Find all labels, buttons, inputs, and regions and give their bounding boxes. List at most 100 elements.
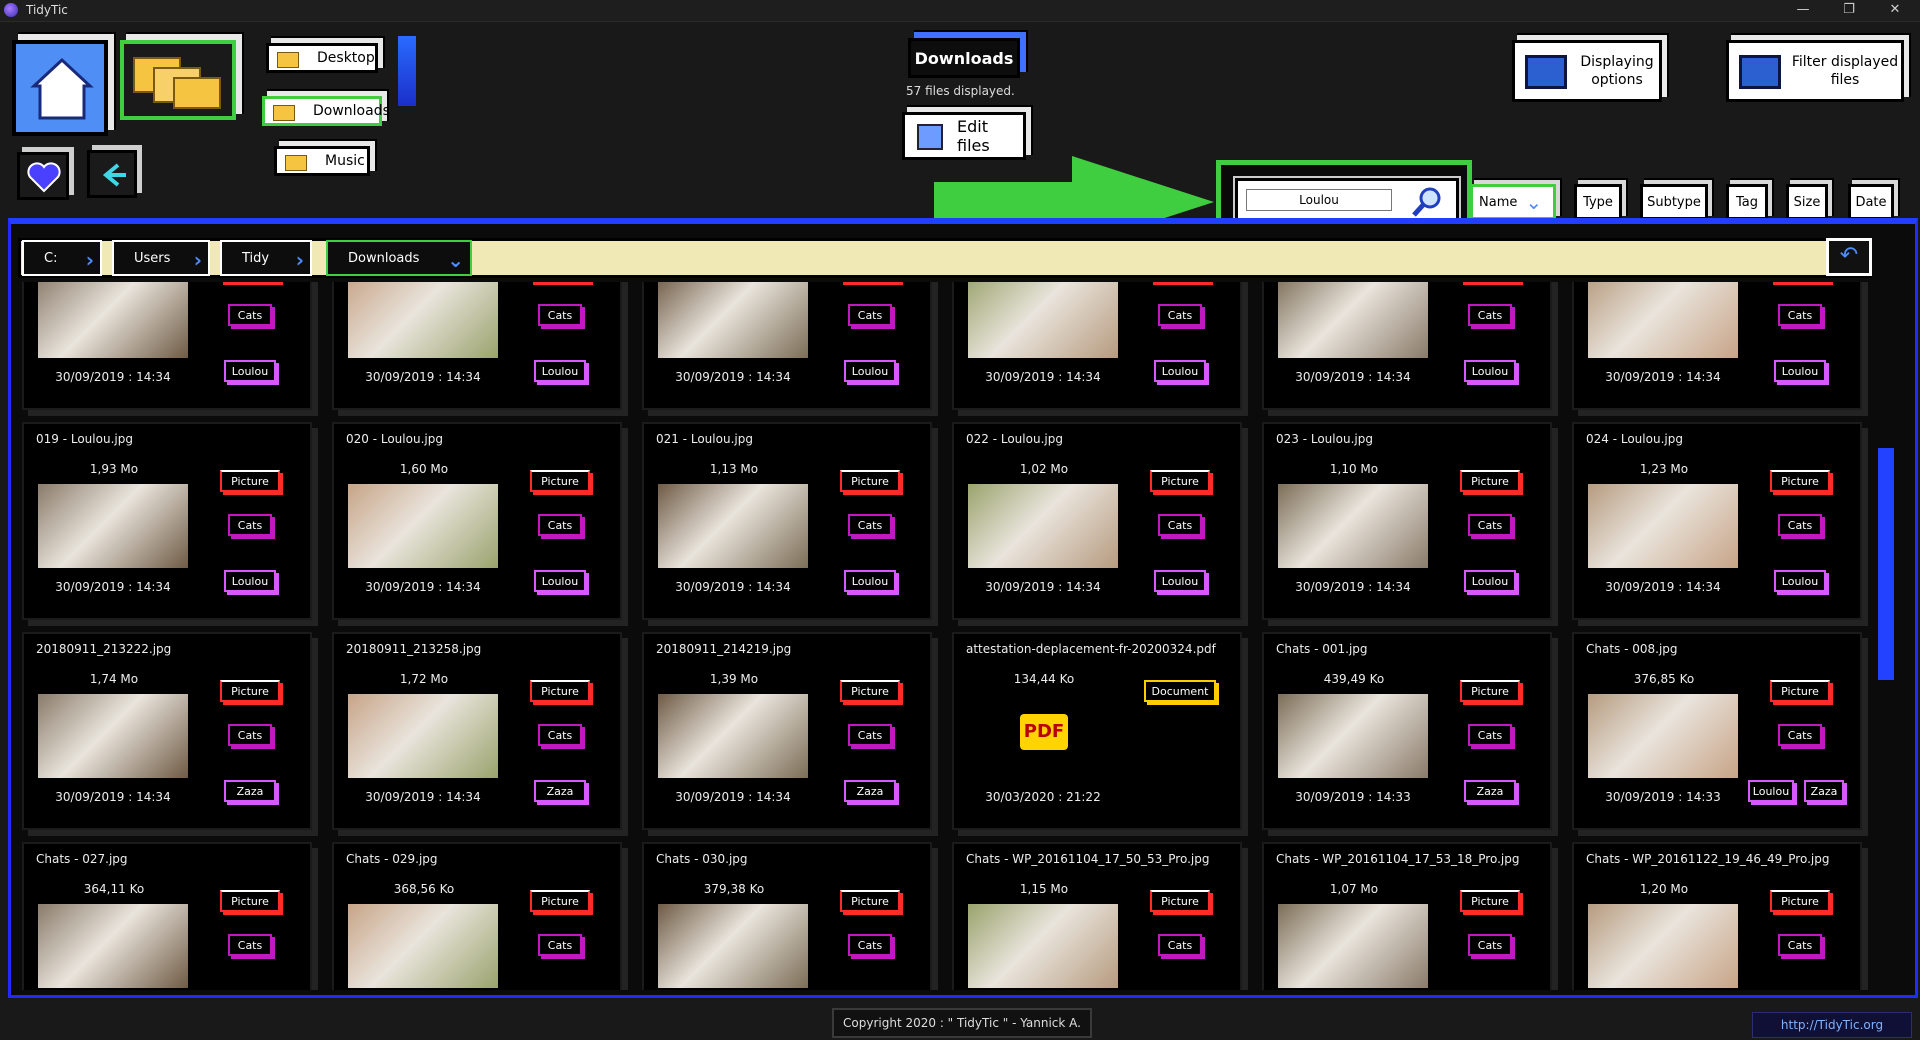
file-card[interactable]: 021 - Loulou.jpg 1,13 Mo 30/09/2019 : 14:3… bbox=[642, 422, 932, 620]
type-tag[interactable]: Picture bbox=[840, 470, 900, 492]
quick-access-music[interactable]: Music bbox=[274, 146, 370, 176]
type-tag[interactable]: Picture bbox=[530, 890, 590, 912]
undo-button[interactable]: ↶ bbox=[1826, 238, 1872, 276]
quick-access-scrollbar[interactable] bbox=[398, 36, 416, 106]
file-card[interactable]: Chats - 029.jpg 368,56 Ko Picture Cats bbox=[332, 842, 622, 990]
breadcrumb-users[interactable]: Users › bbox=[112, 240, 210, 276]
tag-loulou[interactable]: Loulou bbox=[1774, 360, 1826, 382]
file-card[interactable]: 023 - Loulou.jpg 1,10 Mo 30/09/2019 : 14:3… bbox=[1262, 422, 1552, 620]
tag-loulou[interactable]: Loulou bbox=[844, 360, 896, 382]
tag-loulou[interactable]: Loulou bbox=[1774, 570, 1826, 592]
file-card[interactable]: 1,06 Mo30/09/2019 : 14:34PictureCatsLoul… bbox=[642, 282, 932, 410]
tag-loulou[interactable]: Loulou bbox=[534, 570, 586, 592]
file-card[interactable]: 456,41 Ko30/09/2019 : 14:34PictureCatsLo… bbox=[332, 282, 622, 410]
sort-size-button[interactable]: Size bbox=[1786, 184, 1828, 220]
sort-type-button[interactable]: Type bbox=[1574, 184, 1622, 220]
sort-name-button[interactable]: Name ⌄ bbox=[1470, 184, 1556, 220]
type-tag[interactable]: Picture bbox=[1460, 470, 1520, 492]
folders-overview-button[interactable] bbox=[120, 40, 236, 120]
home-button[interactable] bbox=[12, 40, 108, 136]
file-card[interactable]: 1,06 Mo30/09/2019 : 14:34PictureCatsLoul… bbox=[22, 282, 312, 410]
tag-zaza[interactable]: Zaza bbox=[844, 780, 896, 802]
type-tag[interactable]: Picture bbox=[220, 470, 280, 492]
breadcrumb-downloads[interactable]: Downloads ⌄ bbox=[326, 240, 472, 276]
tag-loulou[interactable]: Loulou bbox=[1154, 360, 1206, 382]
breadcrumb-c[interactable]: C: › bbox=[22, 240, 102, 276]
breadcrumb-tidy[interactable]: Tidy › bbox=[220, 240, 312, 276]
tag-loulou[interactable]: Loulou bbox=[844, 570, 896, 592]
quick-access-desktop[interactable]: Desktop bbox=[266, 43, 378, 73]
tag-cats[interactable]: Cats bbox=[1158, 934, 1202, 956]
tag-zaza[interactable]: Zaza bbox=[1464, 780, 1516, 802]
tag-loulou[interactable]: Loulou bbox=[224, 360, 276, 382]
tag-cats[interactable]: Cats bbox=[538, 724, 582, 746]
tag-cats[interactable]: Cats bbox=[228, 514, 272, 536]
tag-cats[interactable]: Cats bbox=[1778, 514, 1822, 536]
tag-loulou[interactable]: Loulou bbox=[1464, 360, 1516, 382]
sort-tag-button[interactable]: Tag bbox=[1726, 184, 1768, 220]
type-tag[interactable]: Picture bbox=[220, 680, 280, 702]
tag-cats[interactable]: Cats bbox=[538, 304, 582, 326]
file-card[interactable]: 20180911_213258.jpg 1,72 Mo 30/09/2019 : 1… bbox=[332, 632, 622, 830]
sort-subtype-button[interactable]: Subtype bbox=[1640, 184, 1708, 220]
file-card[interactable]: Chats - WP_20161104_17_53_18_Pro.jpg 1,07… bbox=[1262, 842, 1552, 990]
file-card[interactable]: 022 - Loulou.jpg 1,02 Mo 30/09/2019 : 14:3… bbox=[952, 422, 1242, 620]
search-input[interactable] bbox=[1246, 189, 1392, 211]
file-card[interactable]: 1,80 Mo30/09/2019 : 14:34PictureCatsLoul… bbox=[952, 282, 1242, 410]
type-tag[interactable]: Picture bbox=[1770, 470, 1830, 492]
file-card[interactable]: Chats - 030.jpg 379,38 Ko Picture Cats bbox=[642, 842, 932, 990]
file-card[interactable]: Chats - 001.jpg 439,49 Ko 30/09/2019 : 14:… bbox=[1262, 632, 1552, 830]
filter-files-button[interactable]: Filter displayed files bbox=[1726, 40, 1904, 102]
file-card[interactable]: Chats - WP_20161104_17_50_53_Pro.jpg 1,15… bbox=[952, 842, 1242, 990]
edit-files-button[interactable]: Edit files bbox=[902, 112, 1026, 160]
sort-date-button[interactable]: Date bbox=[1848, 184, 1894, 220]
search-icon[interactable] bbox=[1410, 185, 1444, 219]
tag-cats[interactable]: Cats bbox=[1778, 724, 1822, 746]
tag-cats[interactable]: Cats bbox=[228, 934, 272, 956]
file-card[interactable]: Chats - 008.jpg 376,85 Ko 30/09/2019 : 14:… bbox=[1572, 632, 1862, 830]
tag-zaza[interactable]: Zaza bbox=[1804, 780, 1844, 802]
tag-cats[interactable]: Cats bbox=[1158, 304, 1202, 326]
type-tag[interactable]: Picture bbox=[1770, 680, 1830, 702]
file-card[interactable]: 024 - Loulou.jpg 1,23 Mo 30/09/2019 : 14:3… bbox=[1572, 422, 1862, 620]
tag-cats[interactable]: Cats bbox=[848, 934, 892, 956]
file-card[interactable]: 019 - Loulou.jpg 1,93 Mo 30/09/2019 : 14:3… bbox=[22, 422, 312, 620]
file-card[interactable]: Chats - WP_20161122_19_46_49_Pro.jpg 1,20… bbox=[1572, 842, 1862, 990]
tag-cats[interactable]: Cats bbox=[1778, 304, 1822, 326]
tag-zaza[interactable]: Zaza bbox=[534, 780, 586, 802]
tag-cats[interactable]: Cats bbox=[1778, 934, 1822, 956]
back-button[interactable] bbox=[87, 150, 137, 198]
displaying-options-button[interactable]: Displaying options bbox=[1512, 40, 1662, 102]
tag-cats[interactable]: Cats bbox=[848, 514, 892, 536]
type-tag[interactable]: Picture bbox=[1150, 470, 1210, 492]
close-button[interactable]: ✕ bbox=[1872, 0, 1918, 22]
tag-cats[interactable]: Cats bbox=[848, 724, 892, 746]
restore-button[interactable]: ❐ bbox=[1826, 0, 1872, 22]
favorites-button[interactable] bbox=[17, 152, 69, 200]
file-card[interactable]: attestation-deplacement-fr-20200324.pdf 1… bbox=[952, 632, 1242, 830]
type-tag[interactable]: Picture bbox=[1770, 890, 1830, 912]
tag-cats[interactable]: Cats bbox=[1468, 304, 1512, 326]
tag-cats[interactable]: Cats bbox=[1158, 514, 1202, 536]
tag-cats[interactable]: Cats bbox=[228, 304, 272, 326]
type-tag[interactable]: Picture bbox=[530, 680, 590, 702]
vertical-scrollbar[interactable] bbox=[1878, 448, 1894, 680]
type-tag[interactable]: Picture bbox=[530, 470, 590, 492]
tag-cats[interactable]: Cats bbox=[1468, 934, 1512, 956]
tag-cats[interactable]: Cats bbox=[848, 304, 892, 326]
tag-cats[interactable]: Cats bbox=[538, 514, 582, 536]
website-link[interactable]: http://TidyTic.org bbox=[1752, 1012, 1912, 1038]
tag-cats[interactable]: Cats bbox=[228, 724, 272, 746]
file-card[interactable]: 20180911_214219.jpg 1,39 Mo 30/09/2019 : 1… bbox=[642, 632, 932, 830]
type-tag[interactable]: Picture bbox=[1460, 680, 1520, 702]
quick-access-downloads[interactable]: Downloads bbox=[262, 96, 390, 126]
tag-cats[interactable]: Cats bbox=[1468, 514, 1512, 536]
file-card[interactable]: 1,87 Mo30/09/2019 : 14:34PictureCatsLoul… bbox=[1262, 282, 1552, 410]
tag-loulou[interactable]: Loulou bbox=[1748, 780, 1794, 802]
type-tag[interactable]: Picture bbox=[220, 890, 280, 912]
file-card[interactable]: 20180911_213222.jpg 1,74 Mo 30/09/2019 : 1… bbox=[22, 632, 312, 830]
file-card[interactable]: 1,06 Mo30/09/2019 : 14:34PictureCatsLoul… bbox=[1572, 282, 1862, 410]
type-tag[interactable]: Picture bbox=[1150, 890, 1210, 912]
minimize-button[interactable]: — bbox=[1780, 0, 1826, 22]
tag-loulou[interactable]: Loulou bbox=[224, 570, 276, 592]
